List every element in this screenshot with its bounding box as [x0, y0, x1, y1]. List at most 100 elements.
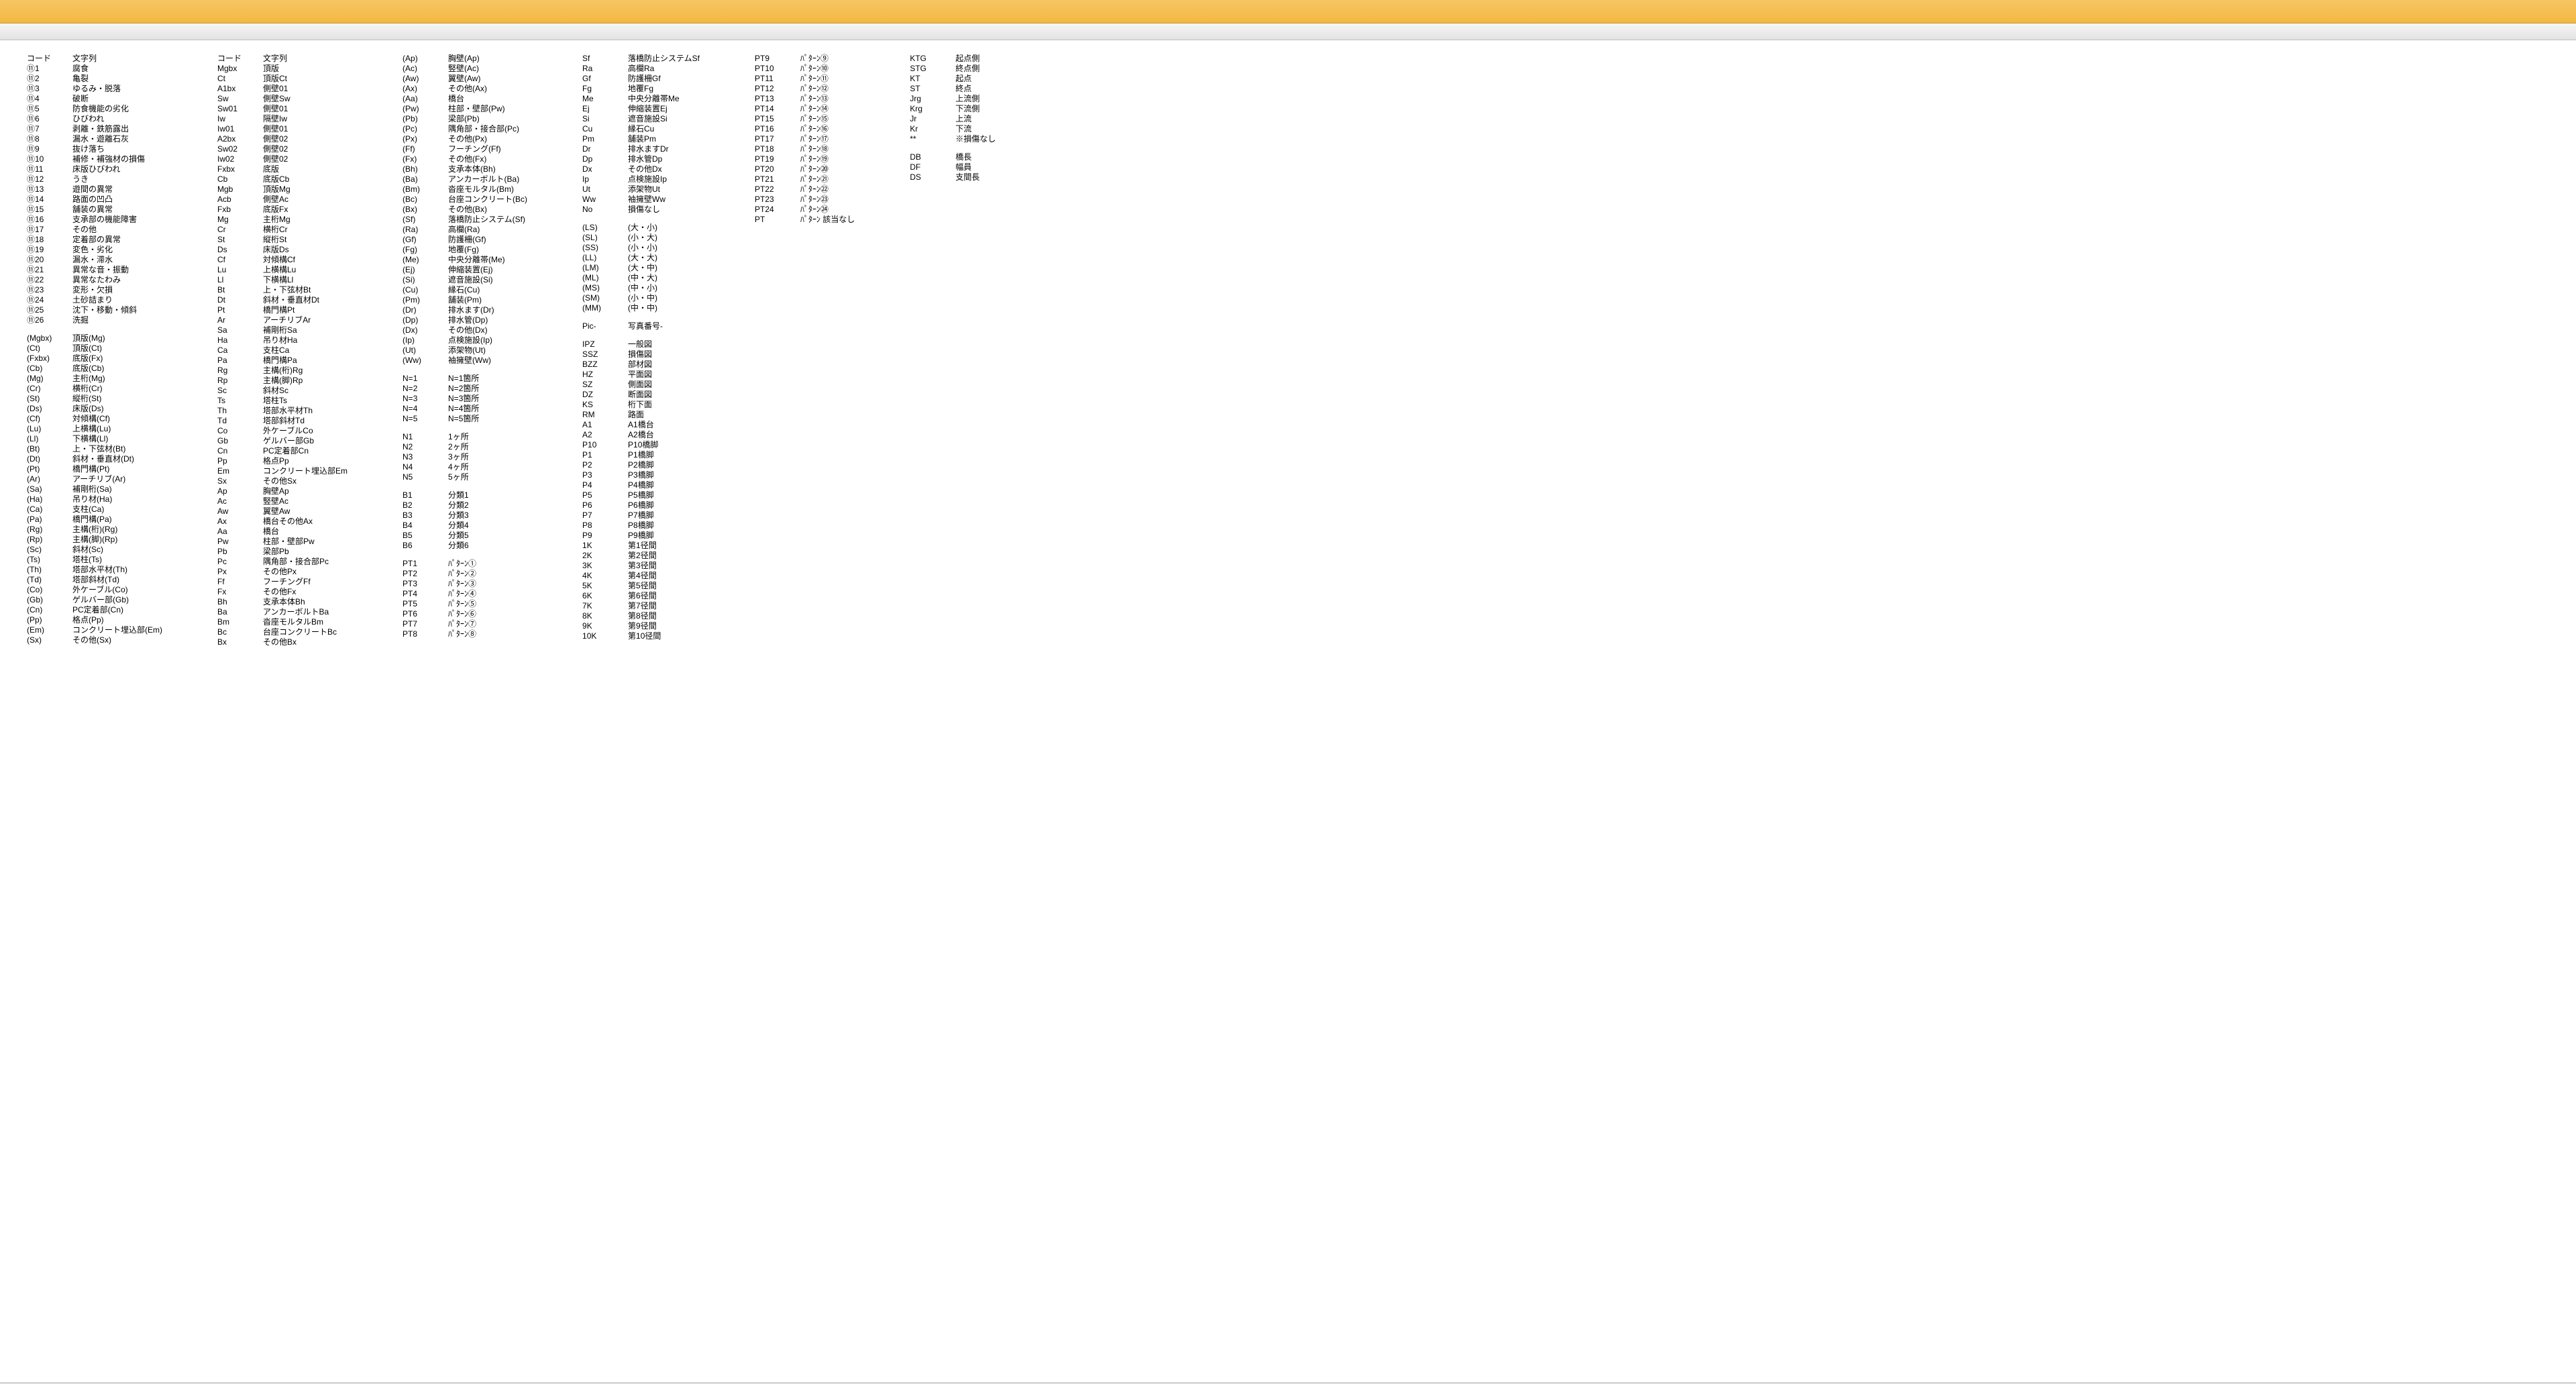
label-cell: 床版(Ds): [72, 404, 170, 414]
label-cell: 塔柱Ts: [263, 396, 356, 406]
table-row: B6分類6: [402, 541, 535, 551]
code-cell: Fxbx: [217, 164, 263, 174]
table-row: (Mgbx)頂版(Mg): [27, 333, 170, 343]
table-row: Sw側壁Sw: [217, 94, 356, 104]
code-cell: PT23: [755, 195, 800, 205]
code-cell: ⑪3: [27, 84, 72, 94]
code-cell: (Mgbx): [27, 333, 72, 343]
code-cell: (Cr): [27, 384, 72, 394]
label-cell: 第3径間: [628, 561, 708, 571]
table-row: PT18ﾊﾟﾀｰﾝ⑱: [755, 144, 863, 154]
label-cell: 床版ひびわれ: [72, 164, 170, 174]
code-cell: PT3: [402, 579, 448, 589]
label-cell: P7橋脚: [628, 511, 708, 521]
code-cell: PT15: [755, 114, 800, 124]
table-row: Gbゲルバー部Gb: [217, 436, 356, 446]
code-cell: Cr: [217, 225, 263, 235]
code-cell: N2: [402, 442, 448, 452]
label-cell: 補修・補強材の損傷: [72, 154, 170, 164]
label-cell: 底版: [263, 164, 356, 174]
code-cell: Ha: [217, 335, 263, 345]
table-row: P10P10橋脚: [582, 440, 708, 450]
table-row: Iw01側壁01: [217, 124, 356, 134]
code-cell: (Ax): [402, 84, 448, 94]
table-row: ⑪21異常な音・振動: [27, 265, 170, 275]
table-row: DF幅員: [910, 162, 1004, 172]
code-cell: N5: [402, 472, 448, 482]
table-row: PT19ﾊﾟﾀｰﾝ⑲: [755, 154, 863, 164]
table-row: (Sa)補剛桁(Sa): [27, 484, 170, 494]
table-row: KS桁下面: [582, 400, 708, 410]
label-cell: 上・下弦材(Bt): [72, 444, 170, 454]
table-row: (Sf)落橋防止システム(Sf): [402, 215, 535, 225]
label-cell: ﾊﾟﾀｰﾝ⑫: [800, 84, 863, 94]
code-cell: ⑪4: [27, 94, 72, 104]
code-cell: (Cn): [27, 605, 72, 615]
dims-table: DB橋長DF幅員DS支間長: [910, 152, 1004, 182]
label-cell: 中央分離帯(Me): [448, 255, 535, 265]
label-cell: 第1径間: [628, 541, 708, 551]
table-row: ⑪2亀裂: [27, 74, 170, 84]
table-row: St縦桁St: [217, 235, 356, 245]
table-row: KT起点: [910, 74, 1004, 84]
code-cell: **: [910, 134, 955, 144]
label-cell: 3ヶ所: [448, 452, 535, 462]
table-row: (Sc)斜材(Sc): [27, 545, 170, 555]
label-cell: 漏水・滞水: [72, 255, 170, 265]
label-cell: 対傾構(Cf): [72, 414, 170, 424]
table-row: ArアーチリブAr: [217, 315, 356, 325]
table-row: Si遮音施設Si: [582, 114, 708, 124]
label-cell: 部材図: [628, 360, 708, 370]
label-cell: 斜材(Sc): [72, 545, 170, 555]
code-cell: (Gb): [27, 595, 72, 605]
table-row: (Bh)支承本体(Bh): [402, 164, 535, 174]
table-row: ⑪19変色・劣化: [27, 245, 170, 255]
label-cell: コンクリート埋込部Em: [263, 466, 356, 476]
code-cell: ⑪14: [27, 195, 72, 205]
table-row: Jr上流: [910, 114, 1004, 124]
table-row: Bm沓座モルタルBm: [217, 617, 356, 627]
code-cell: (St): [27, 394, 72, 404]
code-cell: (Ha): [27, 494, 72, 504]
table-row: Pt橋門構Pt: [217, 305, 356, 315]
label-cell: 路面の凹凸: [72, 195, 170, 205]
table-row: PT24ﾊﾟﾀｰﾝ㉔: [755, 205, 863, 215]
table-row: Td塔部斜材Td: [217, 416, 356, 426]
code-cell: PT14: [755, 104, 800, 114]
label-cell: N=1箇所: [448, 374, 535, 384]
label-cell: 床版Ds: [263, 245, 356, 255]
label-cell: 分類6: [448, 541, 535, 551]
code-cell: Sf: [582, 54, 628, 64]
label-cell: 横桁Cr: [263, 225, 356, 235]
code-cell: (Ww): [402, 356, 448, 366]
label-cell: A1橋台: [628, 420, 708, 430]
label-cell: (大・大): [628, 253, 708, 263]
table-row: P7P7橋脚: [582, 511, 708, 521]
code-cell: Me: [582, 94, 628, 104]
tool-bar: [0, 23, 2576, 40]
code-cell: Em: [217, 466, 263, 476]
code-cell: PT6: [402, 609, 448, 619]
code-cell: (Aa): [402, 94, 448, 104]
table-row: PT11ﾊﾟﾀｰﾝ⑪: [755, 74, 863, 84]
code-cell: Bm: [217, 617, 263, 627]
label-cell: 側壁Ac: [263, 195, 356, 205]
code-cell: SZ: [582, 380, 628, 390]
code-cell: Ca: [217, 345, 263, 356]
code-cell: Pt: [217, 305, 263, 315]
label-cell: 排水管(Dp): [448, 315, 535, 325]
label-cell: 台座コンクリートBc: [263, 627, 356, 637]
table-row: (St)縦桁(St): [27, 394, 170, 404]
table-row: CnPC定着部Cn: [217, 446, 356, 456]
table-row: ⑪12うき: [27, 174, 170, 184]
code-cell: (Dp): [402, 315, 448, 325]
table-row: Rp主構(脚)Rp: [217, 376, 356, 386]
label-cell: PC定着部(Cn): [72, 605, 170, 615]
label-cell: 損傷図: [628, 350, 708, 360]
label-cell: 側壁01: [263, 84, 356, 94]
label-cell: 遮音施設(Si): [448, 275, 535, 285]
table-row: (Ll)下横構(Ll): [27, 434, 170, 444]
table-row: ⑪22異常なたわみ: [27, 275, 170, 285]
label-cell: (大・小): [628, 223, 708, 233]
label-cell: 1ヶ所: [448, 432, 535, 442]
